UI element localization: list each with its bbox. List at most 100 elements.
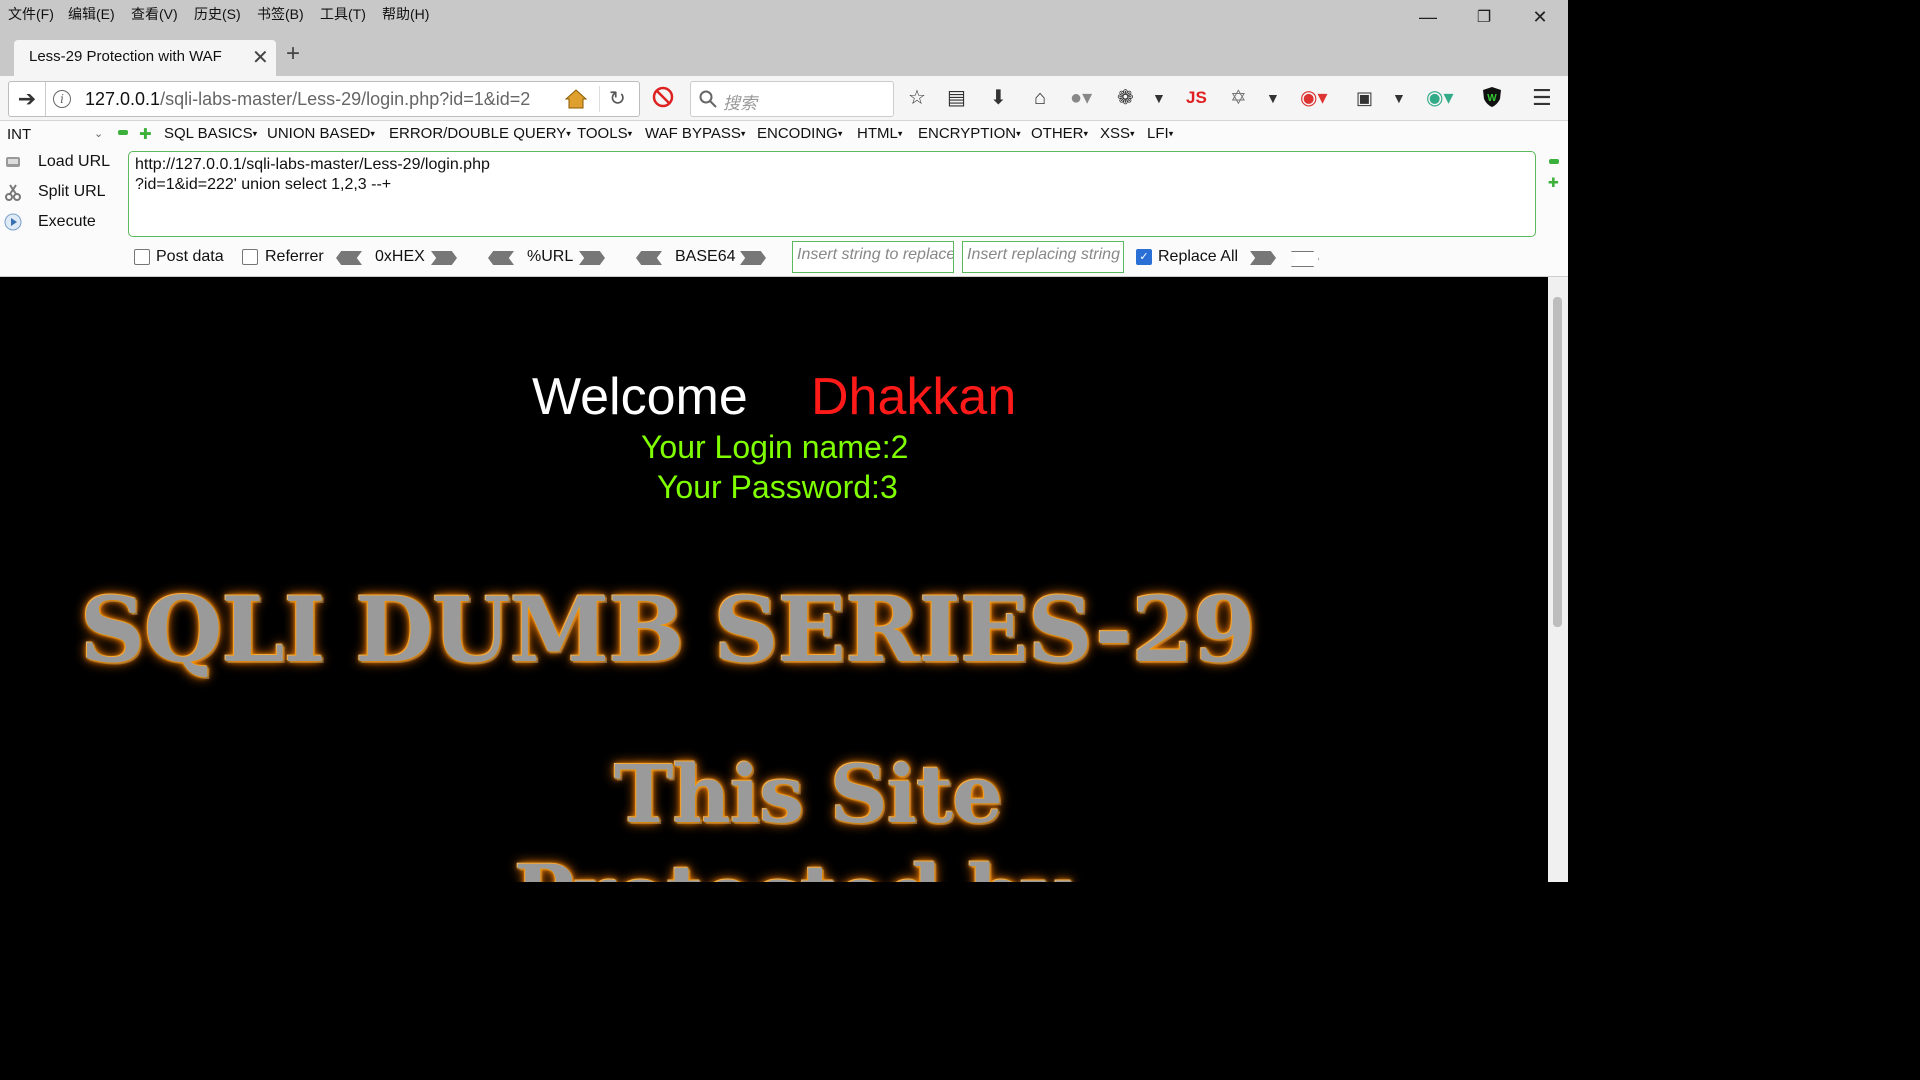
url-text[interactable]: 127.0.0.1/sqli-labs-master/Less-29/login… bbox=[85, 89, 545, 110]
menu-label: LFI bbox=[1147, 125, 1169, 142]
execute-button[interactable]: Execute bbox=[4, 213, 96, 231]
referrer-label: Referrer bbox=[265, 248, 324, 265]
home-bookmark-icon[interactable] bbox=[565, 89, 587, 109]
menu-label: ENCODING bbox=[757, 125, 838, 142]
execute-label: Execute bbox=[38, 213, 96, 231]
minus-icon-right[interactable] bbox=[1549, 159, 1559, 164]
banner-title: SQLI DUMB SERIES-29 bbox=[80, 577, 1256, 683]
login-name-result: Your Login name:2 bbox=[641, 429, 909, 465]
svg-text:W: W bbox=[1487, 93, 1497, 104]
hackbar-url-input[interactable] bbox=[128, 151, 1536, 237]
menu-label: ERROR/DOUBLE QUERY bbox=[389, 125, 567, 142]
menu-label: XSS bbox=[1100, 125, 1131, 142]
url-path: /sqli-labs-master/Less-29/login.php?id=1… bbox=[160, 89, 531, 109]
replace-string-input[interactable]: Insert string to replace bbox=[792, 241, 954, 273]
referrer-checkbox[interactable] bbox=[242, 249, 258, 265]
home-icon[interactable]: ⌂ bbox=[1034, 88, 1046, 108]
plus-icon[interactable]: ✚ bbox=[139, 125, 152, 143]
menu-union-based[interactable]: UNION BASED▾ bbox=[267, 125, 375, 142]
tab-active[interactable]: Less-29 Protection with WAF ✕ bbox=[14, 40, 276, 76]
minus-icon[interactable] bbox=[118, 130, 128, 135]
bug-addon-icon[interactable]: ✡ bbox=[1230, 88, 1247, 108]
menu-sql-basics[interactable]: SQL BASICS▾ bbox=[164, 125, 257, 142]
tab-title: Less-29 Protection with WAF bbox=[29, 48, 222, 65]
replace-arrow-icon[interactable] bbox=[1250, 251, 1276, 265]
js-toggle-icon[interactable]: JS bbox=[1186, 88, 1207, 108]
welcome-name: Dhakkan bbox=[811, 368, 1017, 426]
url-encode-arrow-icon[interactable] bbox=[579, 251, 605, 265]
dropdown-chevron-icon-3[interactable]: ▼ bbox=[1392, 88, 1406, 108]
dropdown-chevron-icon-2[interactable]: ▼ bbox=[1266, 88, 1280, 108]
base64-encode-arrow-icon[interactable] bbox=[740, 251, 766, 265]
menu-xss[interactable]: XSS▾ bbox=[1100, 125, 1135, 142]
menu-file[interactable]: 文件(F) bbox=[8, 4, 54, 24]
scrollbar-thumb[interactable] bbox=[1553, 297, 1562, 627]
menu-label: UNION BASED bbox=[267, 125, 371, 142]
dropdown-chevron-icon[interactable]: ▼ bbox=[1152, 88, 1166, 108]
menu-error-double-query[interactable]: ERROR/DOUBLE QUERY▾ bbox=[389, 125, 571, 142]
url-decode-arrow-icon[interactable] bbox=[488, 251, 514, 265]
info-icon[interactable]: i bbox=[53, 90, 71, 108]
hamburger-menu-icon[interactable]: ☰ bbox=[1532, 87, 1552, 109]
page-scrollbar[interactable] bbox=[1548, 277, 1568, 882]
menu-other[interactable]: OTHER▾ bbox=[1031, 125, 1088, 142]
menu-view[interactable]: 查看(V) bbox=[131, 4, 178, 24]
menu-encoding[interactable]: ENCODING▾ bbox=[757, 125, 842, 142]
menu-label: OTHER bbox=[1031, 125, 1084, 142]
reload-icon[interactable]: ↻ bbox=[609, 86, 626, 111]
scissors-icon bbox=[5, 184, 21, 201]
hex-decode-arrow-icon[interactable] bbox=[336, 251, 362, 265]
url-host: 127.0.0.1 bbox=[85, 89, 161, 109]
search-box[interactable]: 搜索 bbox=[690, 81, 894, 117]
menu-encryption[interactable]: ENCRYPTION▾ bbox=[918, 125, 1021, 142]
hex-label: 0xHEX bbox=[375, 248, 425, 265]
reading-list-icon[interactable]: ▤ bbox=[947, 88, 966, 108]
hackbar-panel: INT ⌄ ✚ SQL BASICS▾ UNION BASED▾ ERROR/D… bbox=[0, 121, 1568, 277]
menu-label: ENCRYPTION bbox=[918, 125, 1017, 142]
block-script-icon[interactable] bbox=[652, 86, 674, 108]
menu-tools[interactable]: TOOLS▾ bbox=[577, 125, 632, 142]
menu-lfi[interactable]: LFI▾ bbox=[1147, 125, 1173, 142]
tab-close-icon[interactable]: ✕ bbox=[252, 45, 269, 70]
base64-label: BASE64 bbox=[675, 248, 736, 265]
hex-encode-arrow-icon[interactable] bbox=[431, 251, 457, 265]
menu-history[interactable]: 历史(S) bbox=[194, 4, 241, 24]
replace-all-checkbox[interactable]: ✓ bbox=[1136, 249, 1152, 265]
menu-bookmarks[interactable]: 书签(B) bbox=[257, 4, 304, 24]
chevron-down-icon: ⌄ bbox=[94, 128, 104, 140]
base64-decode-arrow-icon[interactable] bbox=[636, 251, 662, 265]
address-bar[interactable]: ➔ i 127.0.0.1/sqli-labs-master/Less-29/l… bbox=[8, 81, 640, 117]
play-icon bbox=[4, 213, 22, 231]
menu-label: WAF BYPASS bbox=[645, 125, 741, 142]
plus-icon-right[interactable]: ✚ bbox=[1548, 175, 1559, 191]
load-url-icon bbox=[6, 157, 20, 167]
type-select-value: INT bbox=[7, 126, 32, 143]
password-result: Your Password:3 bbox=[657, 469, 898, 505]
back-arrow-icon[interactable]: ➔ bbox=[9, 82, 46, 116]
new-tab-button[interactable]: + bbox=[286, 40, 300, 68]
urlenc-label: %URL bbox=[527, 248, 574, 265]
post-data-checkbox[interactable] bbox=[134, 249, 150, 265]
menu-tools[interactable]: 工具(T) bbox=[320, 4, 366, 24]
menu-html[interactable]: HTML▾ bbox=[857, 125, 902, 142]
share-icon[interactable]: ▣ bbox=[1356, 88, 1373, 108]
load-url-button[interactable]: Load URL bbox=[4, 153, 110, 171]
translate-addon-icon[interactable]: ◉▾ bbox=[1426, 88, 1454, 108]
download-icon[interactable]: ⬇ bbox=[990, 88, 1007, 108]
split-url-button[interactable]: Split URL bbox=[4, 183, 106, 201]
bookmark-star-icon[interactable]: ☆ bbox=[908, 88, 926, 108]
load-url-label: Load URL bbox=[38, 153, 111, 171]
palette-addon-icon[interactable]: ❁ bbox=[1117, 88, 1134, 108]
replacing-string-input[interactable]: Insert replacing string bbox=[962, 241, 1124, 273]
type-select[interactable]: INT ⌄ bbox=[2, 123, 108, 145]
globe-addon-icon[interactable]: ●▾ bbox=[1070, 88, 1092, 108]
menu-help[interactable]: 帮助(H) bbox=[382, 4, 429, 24]
shield-icon[interactable]: W bbox=[1482, 86, 1502, 108]
replace-reverse-arrow-icon[interactable] bbox=[1291, 251, 1319, 267]
menu-label: TOOLS bbox=[577, 125, 628, 142]
menu-waf-bypass[interactable]: WAF BYPASS▾ bbox=[645, 125, 745, 142]
menu-label: HTML bbox=[857, 125, 898, 142]
red-addon-icon[interactable]: ◉▾ bbox=[1300, 88, 1328, 108]
welcome-text: Welcome bbox=[532, 368, 748, 426]
menu-edit[interactable]: 编辑(E) bbox=[68, 4, 115, 24]
